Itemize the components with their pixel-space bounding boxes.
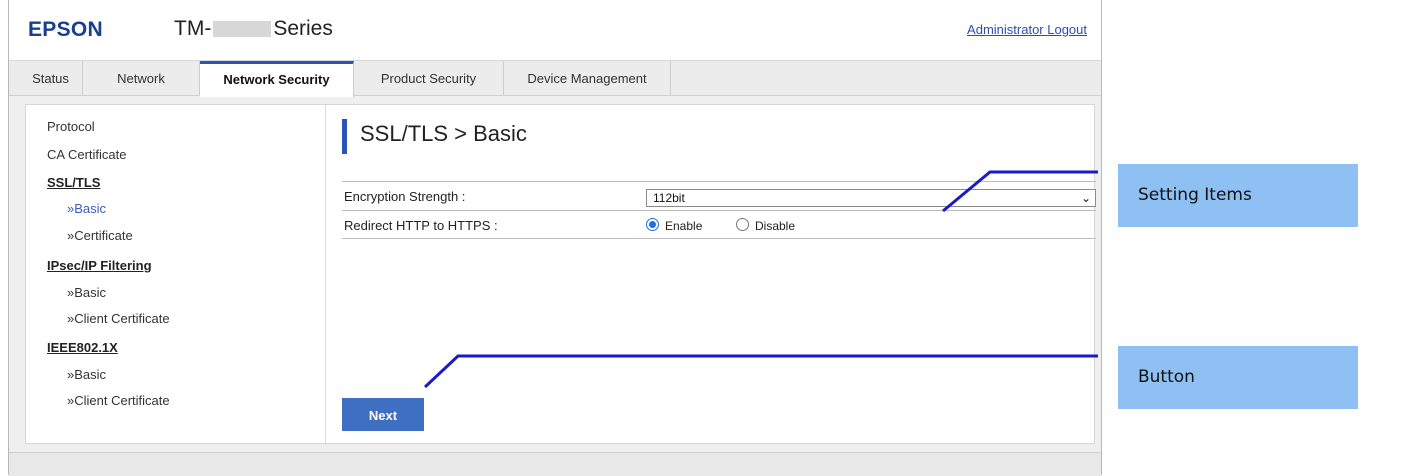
button-leader-line <box>423 354 1098 389</box>
button-callout: Button <box>1118 346 1358 409</box>
setting-items-leader-line <box>942 170 1098 213</box>
setting-items-callout: Setting Items <box>1118 164 1358 227</box>
